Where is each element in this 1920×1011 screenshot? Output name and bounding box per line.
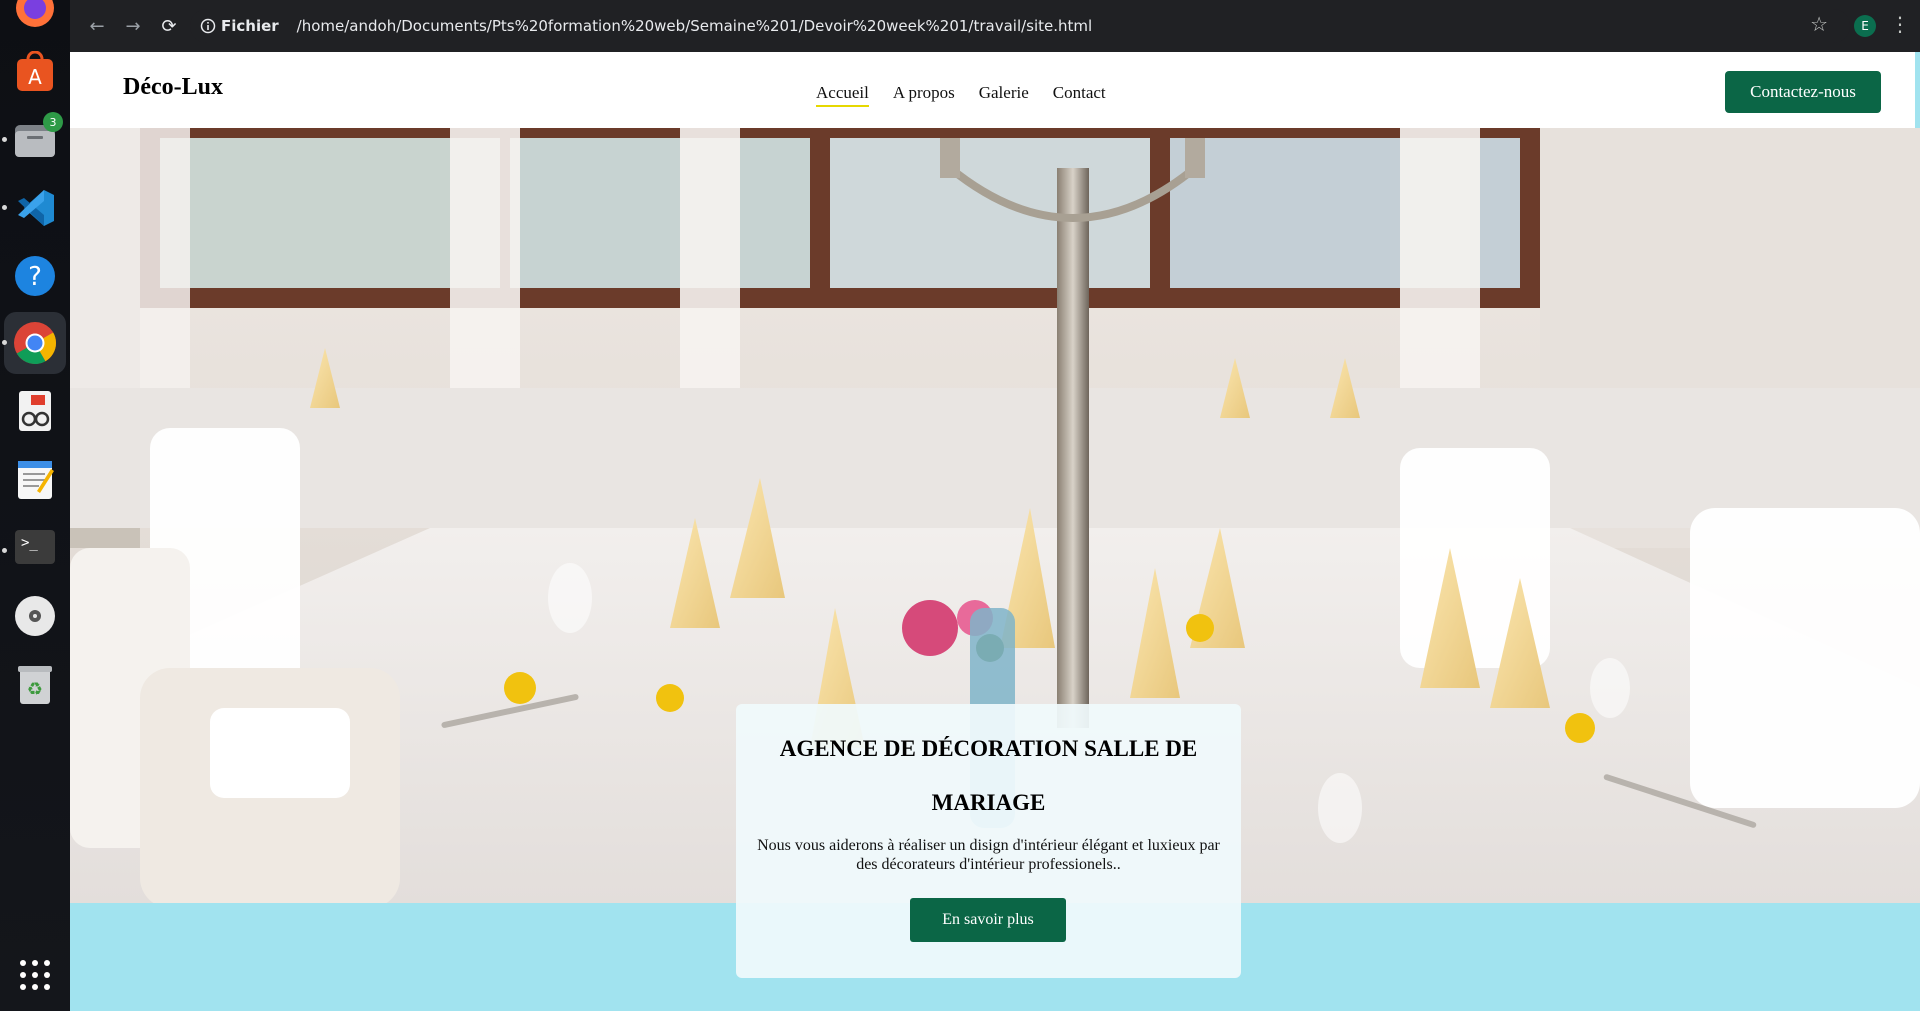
site-navbar: Déco-Lux Accueil A propos Galerie Contac… [70,52,1915,128]
text-editor-icon[interactable] [11,455,59,503]
back-icon[interactable]: ← [82,11,112,41]
running-indicator [2,340,7,345]
running-indicator [2,548,7,553]
web-page: Déco-Lux Accueil A propos Galerie Contac… [70,52,1920,1011]
address-bar[interactable]: Fichier /home/andoh/Documents/Pts%20form… [190,9,1850,43]
nav-links: Accueil A propos Galerie Contact [816,83,1106,107]
ubuntu-dock: A 3 ? >_ ♻ [0,0,70,1011]
browser-toolbar: ← → ⟳ Fichier /home/andoh/Documents/Pts%… [70,0,1920,52]
files-badge: 3 [43,112,63,132]
files-icon[interactable]: 3 [11,112,63,164]
hero-description: Nous vous aiderons à réaliser un disign … [757,837,1220,873]
nav-link-home[interactable]: Accueil [816,83,869,107]
svg-text:>_: >_ [21,535,38,551]
hero-title: AGENCE DE DÉCORATION SALLE DE MARIAGE [779,736,1198,815]
document-viewer-icon[interactable] [11,387,59,435]
svg-text:A: A [28,65,42,89]
contact-us-button[interactable]: Contactez-nous [1725,71,1881,113]
firefox-icon[interactable] [11,0,59,32]
nav-link-about[interactable]: A propos [893,83,955,107]
nav-link-gallery[interactable]: Galerie [979,83,1029,107]
site-logo[interactable]: Déco-Lux [123,74,223,101]
browser-window: ← → ⟳ Fichier /home/andoh/Documents/Pts%… [70,0,1920,1011]
nav-link-contact[interactable]: Contact [1053,83,1106,107]
trash-icon[interactable]: ♻ [11,660,59,708]
site-info-chip[interactable]: Fichier [200,17,279,35]
chrome-icon[interactable] [4,312,66,374]
running-indicator [2,205,7,210]
hero-card: AGENCE DE DÉCORATION SALLE DE MARIAGE No… [736,704,1241,978]
forward-icon[interactable]: → [118,11,148,41]
learn-more-button[interactable]: En savoir plus [910,898,1066,942]
url-text: /home/andoh/Documents/Pts%20formation%20… [296,17,1093,35]
bookmark-star-icon[interactable]: ☆ [1810,12,1828,36]
info-icon [200,18,216,34]
help-icon[interactable]: ? [11,252,59,300]
terminal-icon[interactable]: >_ [11,523,59,571]
svg-text:?: ? [28,262,42,292]
reload-icon[interactable]: ⟳ [154,11,184,41]
profile-avatar[interactable]: E [1854,15,1876,37]
running-indicator [2,137,7,142]
vscode-icon[interactable] [11,184,59,232]
kebab-menu-icon[interactable]: ⋮ [1890,12,1910,36]
svg-text:♻: ♻ [27,679,43,700]
site-info-label: Fichier [221,17,279,35]
disc-icon[interactable] [11,592,59,640]
app-grid-icon[interactable] [11,951,59,999]
app-center-icon[interactable]: A [11,48,59,96]
